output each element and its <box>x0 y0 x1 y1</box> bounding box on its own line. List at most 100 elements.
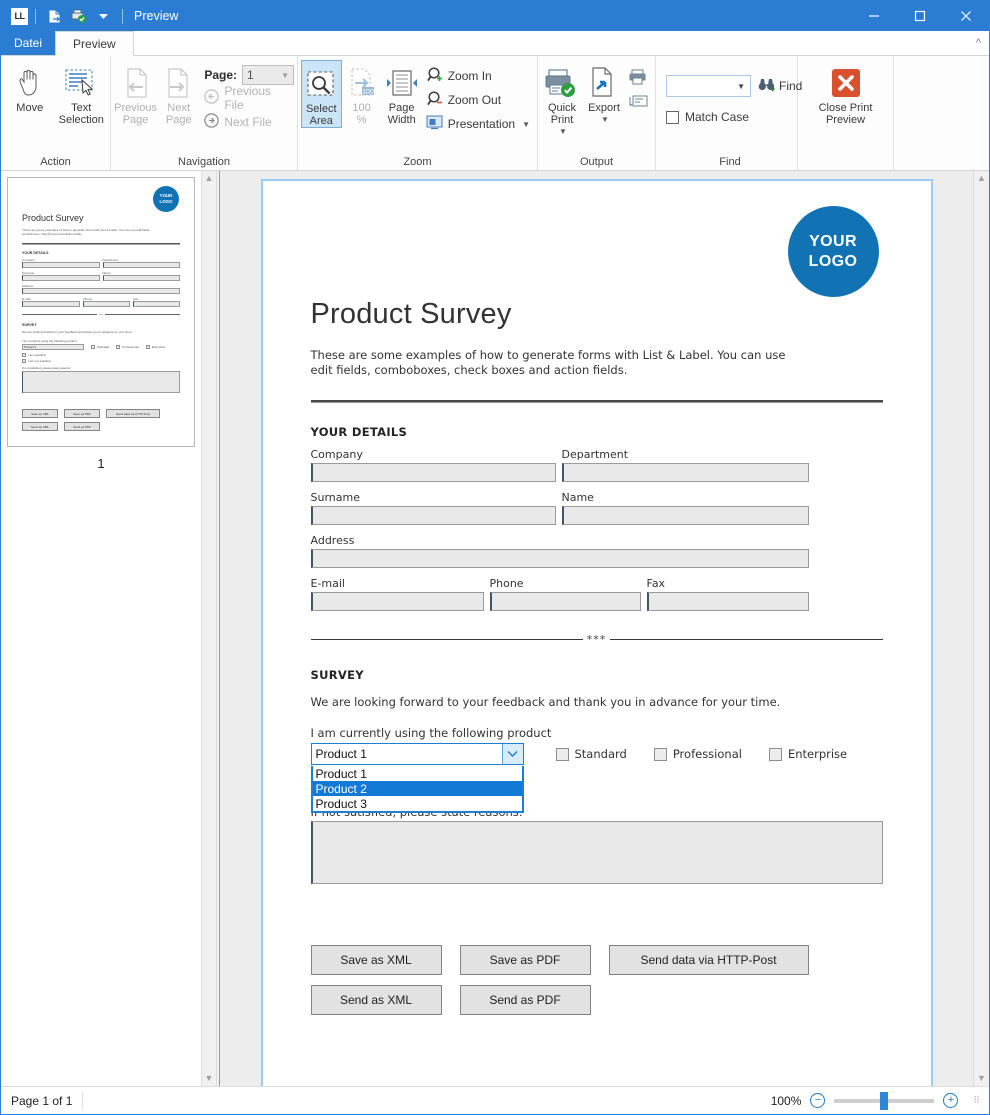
scroll-down-icon[interactable]: ▼ <box>205 1074 214 1083</box>
thumbnail-product-question: I am currently using the following produ… <box>22 339 77 344</box>
input-department[interactable] <box>561 463 809 482</box>
match-case-row[interactable]: Match Case <box>666 106 802 128</box>
select-area-button[interactable]: Select Area <box>301 60 342 128</box>
send-as-xml-button[interactable]: Send as XML <box>310 985 442 1015</box>
save-as-xml-button[interactable]: Save as XML <box>310 945 442 975</box>
thumbnail-page-1[interactable]: YOUR LOGO Product Survey These are some … <box>7 177 195 447</box>
product-combobox-value[interactable]: Product 1 <box>310 743 524 765</box>
page-label: Page: <box>204 68 237 82</box>
find-button[interactable]: Find <box>758 74 802 98</box>
input-name[interactable] <box>561 506 809 525</box>
product-combobox[interactable]: Product 1 Product 1 Product 2 Product 3 <box>310 743 524 813</box>
zoom-in-icon[interactable]: + <box>943 1093 959 1108</box>
input-fax[interactable] <box>646 592 809 611</box>
thumbnail-intro: These are some examples of how to genera… <box>22 228 151 237</box>
input-email[interactable] <box>310 592 484 611</box>
action-buttons-row-1: Save as XML Save as PDF Send data via HT… <box>310 945 883 975</box>
quick-print-button[interactable]: Quick Print ▼ <box>541 60 583 138</box>
scroll-down-icon[interactable]: ▼ <box>977 1074 986 1083</box>
tab-datei[interactable]: Datei <box>1 31 56 55</box>
page-width-button[interactable]: Page Width <box>382 60 422 128</box>
tab-preview[interactable]: Preview <box>55 31 134 56</box>
text-selection-button[interactable]: Text Selection <box>56 60 108 128</box>
close-print-preview-button[interactable]: Close Print Preview <box>818 60 874 128</box>
zoom-100-icon: 100 <box>347 65 377 99</box>
group-label-close <box>801 153 890 170</box>
send-http-post-button[interactable]: Send data via HTTP-Post <box>608 945 809 975</box>
scroll-up-icon[interactable]: ▲ <box>205 174 214 183</box>
collapse-ribbon-icon[interactable]: ^ <box>976 31 989 55</box>
reason-textarea[interactable] <box>310 821 883 884</box>
preview-window: LL Preview Datei Preview ^ Move Text Sel… <box>0 0 990 1115</box>
zoom-slider-knob[interactable] <box>880 1091 889 1110</box>
page-scrollbar[interactable]: ▲ ▼ <box>973 171 989 1086</box>
thumb-box <box>22 274 100 281</box>
resize-grip-icon[interactable]: ⠿ <box>973 1095 980 1106</box>
close-button[interactable] <box>943 1 989 31</box>
send-label-button[interactable] <box>625 90 652 114</box>
checkbox-enterprise-box[interactable] <box>768 747 782 761</box>
zoom-100-label-1: 100 <box>352 102 371 114</box>
dropdown-option-3[interactable]: Product 3 <box>313 796 522 811</box>
scroll-up-icon[interactable]: ▲ <box>977 174 986 183</box>
thumbnail-scrollbar[interactable]: ▲ ▼ <box>201 171 217 1086</box>
thumbnail-section-details: YOUR DETAILS <box>22 250 49 255</box>
print-icon-button[interactable] <box>625 66 652 90</box>
dropdown-option-1[interactable]: Product 1 <box>313 766 522 781</box>
next-page-button[interactable]: Next Page <box>157 60 200 128</box>
zoom-100-button[interactable]: 100 100 % <box>342 60 382 128</box>
move-button[interactable]: Move <box>4 60 56 128</box>
checkbox-enterprise-label: Enterprise <box>787 747 848 761</box>
zoom-slider[interactable] <box>834 1091 935 1110</box>
save-as-pdf-button[interactable]: Save as PDF <box>459 945 591 975</box>
chevron-down-icon <box>507 751 518 757</box>
page-number-input[interactable]: 1 ▼ <box>242 65 294 85</box>
minimize-button[interactable] <box>851 1 897 31</box>
star-separator: *** <box>310 633 883 646</box>
send-as-pdf-button[interactable]: Send as PDF <box>459 985 591 1015</box>
thumb-box <box>22 261 100 268</box>
ribbon-group-navigation: Previous Page Next Page Page: 1 ▼ Previo… <box>111 56 298 170</box>
checkbox-standard-box[interactable] <box>555 747 569 761</box>
quick-access-dropdown-icon[interactable] <box>93 7 113 25</box>
next-file-button[interactable]: Next File <box>200 110 294 134</box>
checkbox-enterprise[interactable]: Enterprise <box>768 747 848 761</box>
match-case-checkbox[interactable] <box>666 110 679 124</box>
maximize-button[interactable] <box>897 1 943 31</box>
thumbnail-row: E-mail Phone Fax <box>22 297 180 307</box>
input-address[interactable] <box>310 549 809 568</box>
page-field: Page: 1 ▼ <box>200 64 294 86</box>
product-dropdown-list[interactable]: Product 1 Product 2 Product 3 <box>310 766 524 813</box>
title-bar: LL Preview <box>1 1 989 31</box>
combobox-dropdown-button[interactable] <box>501 744 523 764</box>
match-case-label: Match Case <box>685 110 750 124</box>
thumbnail-survey-intro: We are looking forward to your feedback … <box>22 329 133 334</box>
thumbnail-textarea <box>22 371 180 394</box>
thumb-btn-send-pdf: Send as PDF <box>64 422 100 432</box>
previous-file-button[interactable]: Previous File <box>200 84 294 112</box>
checkbox-professional[interactable]: Professional <box>653 747 742 761</box>
print-check-icon[interactable] <box>69 7 89 25</box>
zoom-in-button[interactable]: Zoom In <box>422 64 534 88</box>
presentation-button[interactable]: Presentation ▼ <box>422 112 534 136</box>
zoom-out-icon[interactable]: − <box>810 1093 826 1108</box>
thumbnail-row: Surname Name <box>22 271 180 281</box>
window-controls <box>851 1 989 31</box>
checkbox-professional-label: Professional <box>672 747 742 761</box>
thumbnail-panel: YOUR LOGO Product Survey These are some … <box>1 171 201 1086</box>
previous-page-button[interactable]: Previous Page <box>114 60 157 128</box>
input-phone[interactable] <box>489 592 641 611</box>
edition-checkbox-row: Standard Professional Enterprise <box>555 747 848 761</box>
find-search-input[interactable]: ▼ <box>666 75 751 97</box>
zoom-out-button[interactable]: Zoom Out <box>422 88 534 112</box>
checkbox-standard[interactable]: Standard <box>555 747 627 761</box>
export-button[interactable]: Export ▼ <box>583 60 625 128</box>
new-document-icon[interactable] <box>45 7 65 25</box>
thumbnail-title: Product Survey <box>22 213 84 223</box>
chevron-down-icon: ▼ <box>737 81 745 91</box>
dropdown-option-2[interactable]: Product 2 <box>312 781 522 796</box>
checkbox-professional-box[interactable] <box>653 747 667 761</box>
thumbnail-page-number: 1 <box>97 456 105 471</box>
input-company[interactable] <box>310 463 556 482</box>
input-surname[interactable] <box>310 506 556 525</box>
